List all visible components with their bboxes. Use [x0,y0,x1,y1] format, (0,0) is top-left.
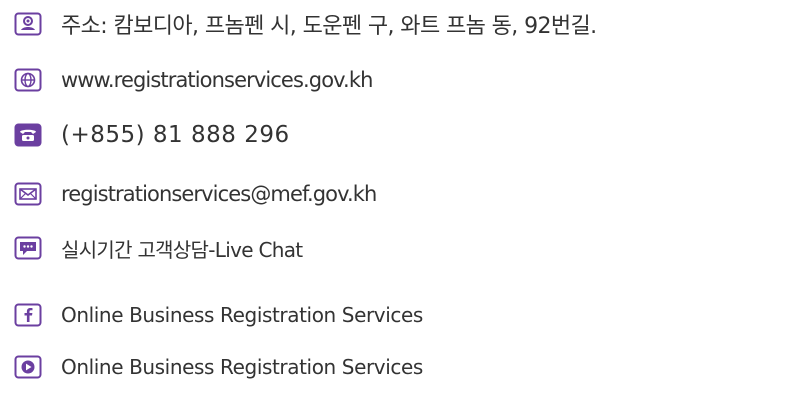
email-link[interactable]: registrationservices@mef.gov.kh [61,182,377,206]
chat-bubble-icon [14,236,42,260]
contact-phone-row[interactable]: (+855) 81 888 296 [14,118,290,152]
phone-icon [14,123,42,147]
map-pin-icon [14,12,42,36]
contact-address-row: 주소: 캄보디아, 프놈펜 시, 도운펜 구, 와트 프놈 동, 92번길. [14,7,597,41]
contact-live-chat-row[interactable]: 실시기간 고객상담-Live Chat [14,231,303,265]
contact-facebook-row[interactable]: Online Business Registration Services [14,298,423,332]
contact-website-row[interactable]: www.registrationservices.gov.kh [14,63,373,97]
live-chat-link[interactable]: 실시기간 고객상담-Live Chat [61,234,303,263]
phone-number[interactable]: (+855) 81 888 296 [61,122,290,148]
contact-email-row[interactable]: registrationservices@mef.gov.kh [14,177,377,211]
website-link[interactable]: www.registrationservices.gov.kh [61,68,373,92]
contact-address-text: 주소: 캄보디아, 프놈펜 시, 도운펜 구, 와트 프놈 동, 92번길. [61,14,597,39]
play-icon [14,355,42,379]
envelope-icon [14,182,42,206]
youtube-link[interactable]: Online Business Registration Services [61,355,423,379]
facebook-link[interactable]: Online Business Registration Services [61,303,423,327]
contact-info-list: 주소: 캄보디아, 프놈펜 시, 도운펜 구, 와트 프놈 동, 92번길. w… [0,0,799,399]
contact-youtube-row[interactable]: Online Business Registration Services [14,350,423,384]
globe-icon [14,68,42,92]
facebook-icon [14,303,42,327]
